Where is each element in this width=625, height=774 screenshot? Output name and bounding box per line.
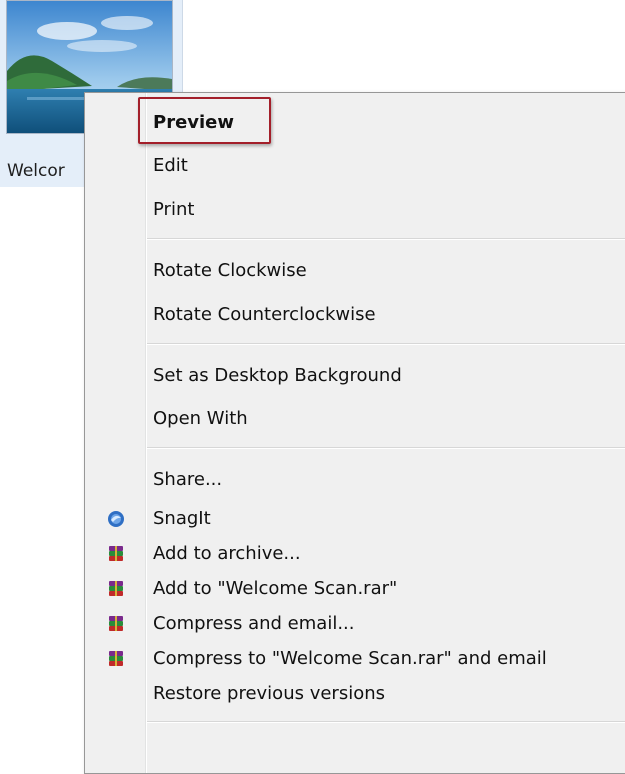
menu-item-open-with[interactable]: Open With <box>85 399 625 439</box>
menu-item-add-to-archive[interactable]: Add to archive... <box>85 534 625 574</box>
menu-item-label: Add to archive... <box>153 543 301 564</box>
menu-item-preview[interactable]: Preview <box>85 103 625 143</box>
menu-item-label: Add to "Welcome Scan.rar" <box>153 578 398 599</box>
menu-item-add-to-rar[interactable]: Add to "Welcome Scan.rar" <box>85 569 625 609</box>
menu-item-edit[interactable]: Edit <box>85 146 625 186</box>
menu-item-restore-previous-versions[interactable]: Restore previous versions <box>85 674 625 714</box>
menu-item-label: Rotate Clockwise <box>153 260 307 281</box>
menu-item-compress-and-email[interactable]: Compress and email... <box>85 604 625 644</box>
menu-item-label: Compress to "Welcome Scan.rar" and email <box>153 648 547 669</box>
menu-item-rotate-counterclockwise[interactable]: Rotate Counterclockwise <box>85 295 625 335</box>
menu-item-label: Print <box>153 199 195 220</box>
menu-item-snagit[interactable]: SnagIt <box>85 499 625 539</box>
menu-item-compress-to-rar-and-email[interactable]: Compress to "Welcome Scan.rar" and email <box>85 639 625 679</box>
menu-item-label: Open With <box>153 408 248 429</box>
menu-item-set-desktop-background[interactable]: Set as Desktop Background <box>85 356 625 396</box>
menu-item-label: Restore previous versions <box>153 683 386 704</box>
context-menu: Preview Edit Print Rotate Clockwise Rota… <box>84 92 625 774</box>
menu-item-rotate-clockwise[interactable]: Rotate Clockwise <box>85 251 625 291</box>
menu-item-label: Set as Desktop Background <box>153 365 402 386</box>
file-name-label: Welcor <box>7 161 65 181</box>
menu-item-share[interactable]: Share... <box>85 460 625 500</box>
menu-item-label: SnagIt <box>153 508 211 529</box>
menu-item-label: Share... <box>153 469 223 490</box>
menu-separator <box>147 721 625 723</box>
menu-separator <box>147 447 625 449</box>
winrar-icon <box>107 650 125 668</box>
menu-separator <box>147 343 625 345</box>
menu-item-label: Compress and email... <box>153 613 355 634</box>
winrar-icon <box>107 615 125 633</box>
menu-item-label: Preview <box>153 112 235 133</box>
menu-item-label: Rotate Counterclockwise <box>153 304 376 325</box>
winrar-icon <box>107 545 125 563</box>
menu-item-label: Edit <box>153 155 188 176</box>
menu-separator <box>147 238 625 240</box>
menu-item-print[interactable]: Print <box>85 190 625 230</box>
winrar-icon <box>107 580 125 598</box>
snagit-icon <box>107 510 125 528</box>
